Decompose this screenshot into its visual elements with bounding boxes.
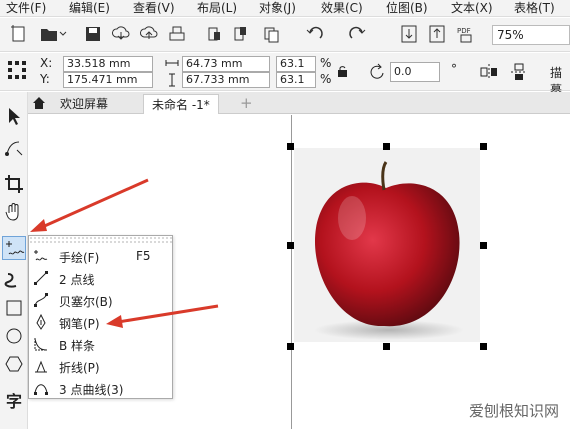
percent-label: % — [320, 56, 332, 70]
flyout-item-2-point-line[interactable]: 2 点线 — [29, 268, 172, 289]
y-position-field[interactable]: 175.471 mm — [63, 72, 153, 88]
scale-height-field[interactable]: 63.1 — [276, 72, 316, 88]
resize-handle-l[interactable] — [287, 242, 294, 249]
flyout-item-freehand[interactable]: 手绘(F) F5 — [29, 246, 172, 267]
y-label: Y: — [40, 72, 50, 86]
text-tool-icon[interactable]: 字 — [2, 390, 26, 414]
zoom-level-select[interactable]: 75% — [492, 25, 570, 45]
polyline-icon — [33, 358, 49, 374]
import-arrow-icon[interactable] — [398, 23, 420, 45]
flyout-shortcut: F5 — [136, 249, 151, 263]
degree-label: ° — [451, 62, 457, 76]
object-origin-icon[interactable] — [6, 59, 28, 81]
add-tab-icon[interactable]: + — [240, 94, 253, 112]
menu-effects[interactable]: 效果(C) — [321, 0, 363, 17]
menu-bitmap[interactable]: 位图(B) — [386, 0, 428, 17]
flyout-item-polyline[interactable]: 折线(P) — [29, 356, 172, 377]
resize-handle-tr[interactable] — [480, 143, 487, 150]
flyout-label: 折线(P) — [59, 361, 100, 375]
menu-text[interactable]: 文本(X) — [451, 0, 493, 17]
x-label: X: — [40, 56, 53, 70]
menu-table[interactable]: 表格(T) — [514, 0, 555, 17]
page-border — [291, 115, 292, 429]
flyout-item-pen[interactable]: 钢笔(P) — [29, 312, 172, 333]
print-icon[interactable] — [166, 23, 188, 45]
2-point-line-icon — [33, 270, 49, 286]
3-point-curve-icon — [33, 380, 49, 396]
cloud-upload-icon[interactable] — [138, 23, 160, 45]
watermark: 爱刨根知识网 — [469, 402, 560, 420]
menu-file[interactable]: 文件(F) — [6, 0, 46, 17]
lock-ratio-icon[interactable] — [336, 64, 350, 78]
mirror-vertical-icon[interactable] — [508, 61, 530, 83]
document-tab-bar: 欢迎屏幕 未命名 -1* + — [28, 92, 570, 114]
rectangle-tool-icon[interactable] — [2, 296, 26, 320]
import-icon[interactable] — [204, 23, 226, 45]
pick-tool-icon[interactable] — [2, 104, 26, 128]
polygon-tool-icon[interactable] — [2, 352, 26, 376]
redo-icon[interactable] — [346, 23, 368, 45]
flyout-item-b-spline[interactable]: B 样条 — [29, 334, 172, 355]
rotation-angle-field[interactable]: 0.0 — [390, 62, 440, 82]
property-bar: X: Y: 33.518 mm 175.471 mm 64.73 mm 67.7… — [0, 53, 570, 97]
resize-handle-tl[interactable] — [287, 143, 294, 150]
apple-image[interactable] — [294, 148, 480, 342]
standard-toolbar: PDF 75% — [0, 18, 570, 52]
ellipse-tool-icon[interactable] — [2, 324, 26, 348]
resize-handle-t[interactable] — [383, 143, 390, 150]
crop-tool-icon[interactable] — [2, 172, 26, 196]
export-arrow-icon[interactable] — [426, 23, 448, 45]
flyout-item-3-point-curve[interactable]: 3 点曲线(3) — [29, 378, 172, 399]
x-position-field[interactable]: 33.518 mm — [63, 56, 153, 72]
export-icon[interactable] — [230, 23, 252, 45]
menu-layout[interactable]: 布局(L) — [197, 0, 237, 17]
artistic-media-tool-icon[interactable] — [2, 268, 26, 292]
menu-edit[interactable]: 编辑(E) — [69, 0, 110, 17]
rotate-icon — [368, 62, 388, 82]
flyout-label: 2 点线 — [59, 273, 95, 287]
tab-untitled[interactable]: 未命名 -1* — [143, 94, 219, 114]
flyout-label: 钢笔(P) — [59, 317, 100, 331]
b-spline-icon — [33, 336, 49, 352]
height-icon — [164, 72, 180, 88]
resize-handle-br[interactable] — [480, 343, 487, 350]
save-icon[interactable] — [82, 23, 104, 45]
mirror-horizontal-icon[interactable] — [478, 61, 500, 83]
resize-handle-bl[interactable] — [287, 343, 294, 350]
copy-icon[interactable] — [260, 23, 282, 45]
apple-icon — [314, 161, 464, 340]
width-field[interactable]: 64.73 mm — [182, 56, 270, 72]
flyout-grip[interactable] — [29, 236, 174, 244]
chevron-down-icon[interactable] — [56, 23, 78, 45]
freehand-icon — [33, 248, 49, 264]
flyout-label: 手绘(F) — [59, 251, 100, 265]
cloud-download-icon[interactable] — [110, 23, 132, 45]
flyout-item-bezier[interactable]: 贝塞尔(B) — [29, 290, 172, 311]
toolbox: 字 — [0, 92, 28, 429]
menu-object[interactable]: 对象(J) — [259, 0, 296, 17]
menu-bar: 文件(F) 编辑(E) 查看(V) 布局(L) 对象(J) 效果(C) 位图(B… — [0, 0, 570, 17]
svg-text:PDF: PDF — [457, 27, 471, 35]
resize-handle-r[interactable] — [480, 242, 487, 249]
pan-tool-icon[interactable] — [2, 200, 26, 224]
home-icon[interactable] — [32, 96, 46, 110]
bezier-icon — [33, 292, 49, 308]
resize-handle-b[interactable] — [383, 343, 390, 350]
width-icon — [164, 55, 180, 71]
pen-nib-icon — [33, 313, 49, 330]
flyout-label: 3 点曲线(3) — [59, 383, 124, 397]
pdf-icon[interactable]: PDF — [456, 23, 478, 45]
tab-welcome[interactable]: 欢迎屏幕 — [52, 94, 116, 114]
shape-tool-icon[interactable] — [2, 136, 26, 160]
undo-icon[interactable] — [304, 23, 326, 45]
flyout-label: 贝塞尔(B) — [59, 295, 113, 309]
new-document-icon[interactable] — [8, 23, 30, 45]
curve-tools-flyout: 手绘(F) F5 2 点线 贝塞尔(B) 钢笔(P) B 样条 折线(P) 3 … — [28, 235, 174, 399]
scale-width-field[interactable]: 63.1 — [276, 56, 316, 72]
height-field[interactable]: 67.733 mm — [182, 72, 270, 88]
percent-label-2: % — [320, 72, 332, 86]
flyout-label: B 样条 — [59, 339, 96, 353]
menu-view[interactable]: 查看(V) — [133, 0, 175, 17]
freehand-tool-icon[interactable] — [2, 236, 26, 260]
